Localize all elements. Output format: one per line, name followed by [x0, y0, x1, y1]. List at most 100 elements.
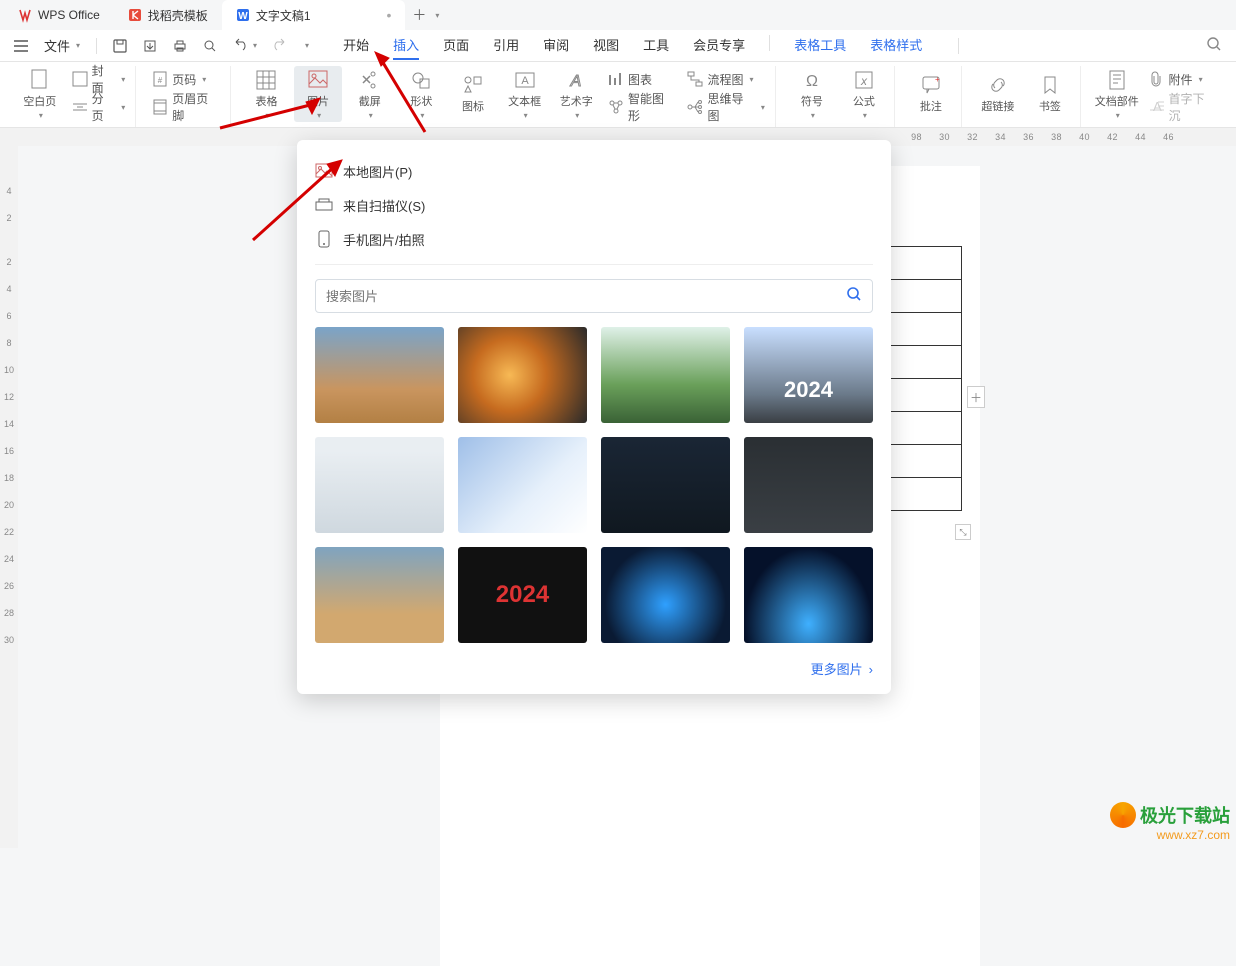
docpart-button[interactable]: 文档部件▾ — [1093, 66, 1141, 122]
flowchart-icon — [687, 71, 703, 87]
image-search-input[interactable] — [326, 289, 846, 304]
symbol-icon: Ω — [801, 69, 823, 91]
menu-insert[interactable]: 插入 — [393, 35, 419, 60]
mobile-photo-option[interactable]: 手机图片/拍照 — [315, 222, 873, 256]
comment-icon: + — [920, 74, 942, 96]
svg-text:Ω: Ω — [806, 73, 818, 90]
menu-page[interactable]: 页面 — [443, 35, 469, 56]
search-icon[interactable] — [1206, 36, 1222, 55]
scanner-icon — [315, 196, 333, 214]
picture-icon — [307, 69, 329, 91]
stock-image-thumb[interactable] — [458, 437, 587, 533]
mobile-icon — [315, 230, 333, 248]
table-resize-handle[interactable]: ⤡ — [955, 524, 971, 540]
undo-button[interactable]: ▾ — [233, 40, 257, 52]
dropcap-icon: A — [1149, 99, 1165, 115]
screenshot-button[interactable]: 截屏▾ — [346, 66, 394, 122]
local-picture-icon — [315, 162, 333, 180]
menu-tabletool[interactable]: 表格工具 — [794, 35, 846, 56]
mobile-label: 手机图片/拍照 — [343, 230, 425, 249]
smartart-button[interactable]: 智能图形 — [604, 94, 679, 120]
template-icon — [128, 8, 142, 22]
stock-image-thumb[interactable] — [315, 327, 444, 423]
menu-ref[interactable]: 引用 — [493, 35, 519, 56]
headerfooter-button[interactable]: 页眉页脚 — [148, 94, 223, 120]
pagebreak-button[interactable]: 分页▾ — [68, 94, 130, 120]
stock-image-thumb[interactable] — [601, 327, 730, 423]
new-tab-button[interactable]: ＋ — [405, 5, 433, 25]
attach-button[interactable]: 附件▾ — [1145, 66, 1220, 92]
tab-wps-office[interactable]: WPS Office — [4, 0, 114, 30]
smartart-icon — [608, 99, 624, 115]
more-images-link[interactable]: 更多图片› — [315, 659, 873, 678]
menu-start[interactable]: 开始 — [343, 35, 369, 56]
save-icon[interactable] — [113, 39, 127, 53]
paperclip-icon — [1149, 71, 1165, 87]
blank-page-button[interactable]: 空白页▾ — [16, 66, 64, 122]
svg-text:x: x — [860, 74, 868, 88]
watermark: 极光下载站 www.xz7.com — [1110, 802, 1230, 842]
menu-tools[interactable]: 工具 — [643, 35, 669, 56]
local-picture-option[interactable]: 本地图片(P) — [315, 154, 873, 188]
menu-tablestyle[interactable]: 表格样式 — [870, 35, 922, 56]
tab-label: 文字文稿1 — [256, 7, 311, 24]
menu-review[interactable]: 审阅 — [543, 35, 569, 56]
mindmap-icon — [687, 99, 703, 115]
picture-button[interactable]: 图片▾ — [294, 66, 342, 122]
pagenum-button[interactable]: #页码▾ — [148, 66, 223, 92]
stock-image-thumb[interactable] — [744, 437, 873, 533]
shape-icon — [410, 69, 432, 91]
file-menu[interactable]: 文件▾ — [44, 36, 80, 55]
wordart-button[interactable]: A艺术字▾ — [552, 66, 600, 122]
comment-button[interactable]: +批注 — [907, 66, 955, 122]
tab-document[interactable]: W 文字文稿1 • — [222, 0, 406, 30]
chevron-right-icon: › — [869, 662, 873, 677]
hamburger-icon[interactable] — [14, 40, 28, 52]
table-icon — [255, 69, 277, 91]
stock-image-thumb[interactable] — [744, 327, 873, 423]
headerfooter-icon — [152, 99, 168, 115]
redo-button[interactable] — [273, 40, 287, 52]
cover-button[interactable]: 封面▾ — [68, 66, 130, 92]
search-submit-icon[interactable] — [846, 286, 862, 307]
add-column-button[interactable]: ＋ — [967, 386, 985, 408]
pagenum-icon: # — [152, 71, 168, 87]
print-preview-icon[interactable] — [203, 39, 217, 53]
svg-text:#: # — [158, 76, 163, 85]
wordart-icon: A — [565, 69, 587, 91]
bookmark-icon — [1039, 74, 1061, 96]
stock-image-thumb[interactable] — [458, 547, 587, 643]
stock-image-thumb[interactable] — [601, 437, 730, 533]
new-tab-more-icon[interactable]: ▾ — [435, 11, 439, 20]
symbol-button[interactable]: Ω符号▾ — [788, 66, 836, 122]
stock-image-thumb[interactable] — [315, 547, 444, 643]
tab-template[interactable]: 找稻壳模板 — [114, 0, 222, 30]
stock-image-thumb[interactable] — [601, 547, 730, 643]
textbox-button[interactable]: A文本框▾ — [501, 66, 549, 122]
vertical-ruler: 4224681012141618202224262830 — [0, 146, 18, 848]
table-button[interactable]: 表格▾ — [243, 66, 291, 122]
stock-image-thumb[interactable] — [744, 547, 873, 643]
svg-text:W: W — [238, 11, 248, 22]
svg-text:+: + — [935, 75, 940, 84]
mindmap-button[interactable]: 思维导图▾ — [683, 94, 768, 120]
tab-label: 找稻壳模板 — [148, 7, 208, 24]
formula-button[interactable]: x公式▾ — [840, 66, 888, 122]
stock-image-thumb[interactable] — [315, 437, 444, 533]
screenshot-icon — [359, 69, 381, 91]
menu-view[interactable]: 视图 — [593, 35, 619, 56]
shape-button[interactable]: 形状▾ — [398, 66, 446, 122]
menu-member[interactable]: 会员专享 — [693, 35, 745, 56]
dropcap-button[interactable]: A首字下沉 — [1145, 94, 1220, 120]
image-search-box[interactable] — [315, 279, 873, 313]
chart-button[interactable]: 图表 — [604, 66, 679, 92]
flowchart-button[interactable]: 流程图▾ — [683, 66, 768, 92]
stock-image-thumb[interactable] — [458, 327, 587, 423]
scanner-option[interactable]: 来自扫描仪(S) — [315, 188, 873, 222]
customize-qat-icon[interactable]: ▾ — [305, 41, 309, 50]
icon-button[interactable]: 图标 — [449, 66, 497, 122]
export-icon[interactable] — [143, 39, 157, 53]
print-icon[interactable] — [173, 39, 187, 53]
hyperlink-button[interactable]: 超链接 — [974, 66, 1022, 122]
bookmark-button[interactable]: 书签 — [1026, 66, 1074, 122]
